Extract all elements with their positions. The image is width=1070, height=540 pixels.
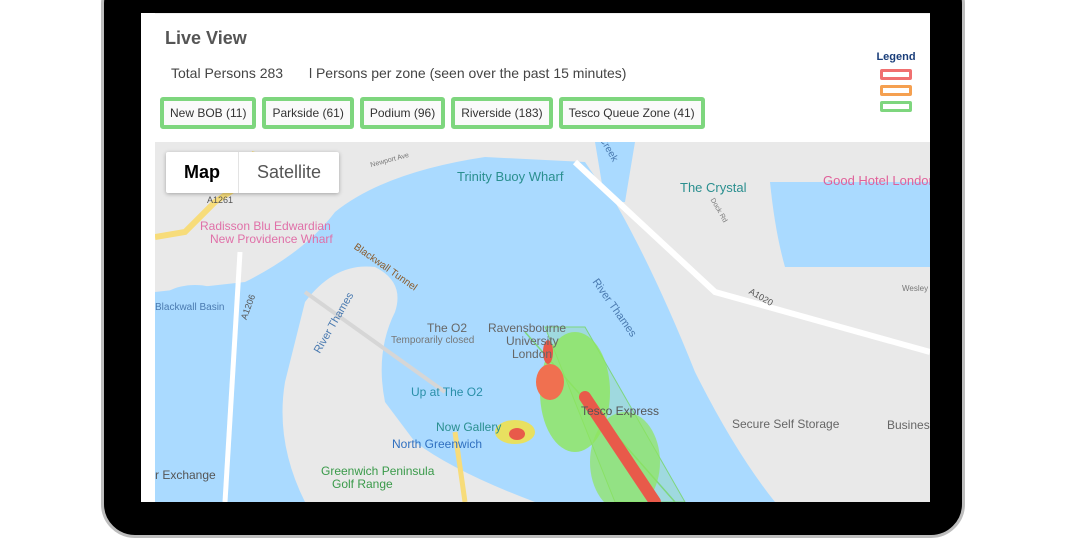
- label-north-greenwich: North Greenwich: [392, 437, 483, 451]
- map-type-toggle: Map Satellite: [166, 152, 340, 193]
- satellite-view-button[interactable]: Satellite: [238, 152, 339, 193]
- page-title: Live View: [165, 28, 247, 48]
- label-wesley: Wesley: [902, 284, 929, 293]
- legend-title: Legend: [876, 51, 916, 63]
- label-ravensbourne-2: University: [506, 334, 559, 348]
- live-view-panel: Live View Total Persons 283 l Persons pe…: [155, 13, 930, 143]
- legend-swatch-orange: [880, 85, 912, 96]
- zone-parkside[interactable]: Parkside (61): [262, 97, 354, 129]
- label-tesco: Tesco Express: [581, 404, 660, 418]
- persons-per-zone-caption: l Persons per zone (seen over the past 1…: [308, 65, 627, 81]
- legend-swatch-red: [880, 69, 912, 80]
- zone-new-bob[interactable]: New BOB (11): [160, 97, 257, 129]
- label-ravensbourne: Ravensbourne: [488, 321, 567, 335]
- zone-podium[interactable]: Podium (96): [359, 97, 446, 129]
- label-secure-storage: Secure Self Storage: [732, 417, 840, 431]
- zone-tesco-queue[interactable]: Tesco Queue Zone (41): [558, 97, 705, 129]
- zone-list: New BOB (11) Parkside (61) Podium (96) R…: [160, 97, 705, 129]
- label-o2: The O2: [427, 321, 468, 335]
- total-persons: Total Persons 283: [171, 65, 284, 81]
- screen: Live View Total Persons 283 l Persons pe…: [141, 13, 930, 502]
- label-up-at-o2: Up at The O2: [411, 385, 483, 399]
- zone-riverside[interactable]: Riverside (183): [451, 97, 553, 129]
- label-o2-closed: Temporarily closed: [391, 335, 475, 346]
- label-radisson-2: New Providence Wharf: [210, 232, 333, 246]
- label-blackwall-basin: Blackwall Basin: [155, 302, 225, 313]
- label-now-gallery: Now Gallery: [436, 420, 502, 434]
- map-view-button[interactable]: Map: [166, 152, 238, 193]
- label-exchange: r Exchange: [155, 468, 216, 482]
- label-radisson: Radisson Blu Edwardian: [200, 219, 331, 233]
- label-a1261: A1261: [207, 195, 234, 205]
- label-good-hotel: Good Hotel London: [823, 173, 930, 188]
- label-crystal: The Crystal: [680, 180, 747, 195]
- label-trinity: Trinity Buoy Wharf: [457, 169, 564, 184]
- label-golf: Greenwich Peninsula: [321, 464, 435, 478]
- legend: Legend: [874, 51, 918, 117]
- label-golf-2: Golf Range: [332, 477, 393, 491]
- label-ravensbourne-3: London: [512, 347, 553, 361]
- legend-swatch-green: [880, 101, 912, 112]
- label-business: Busines: [887, 418, 930, 432]
- map[interactable]: Map Satellite Trinity Buoy Wharf The Cry…: [155, 142, 930, 502]
- summary: Total Persons 283 l Persons per zone (se…: [171, 65, 648, 81]
